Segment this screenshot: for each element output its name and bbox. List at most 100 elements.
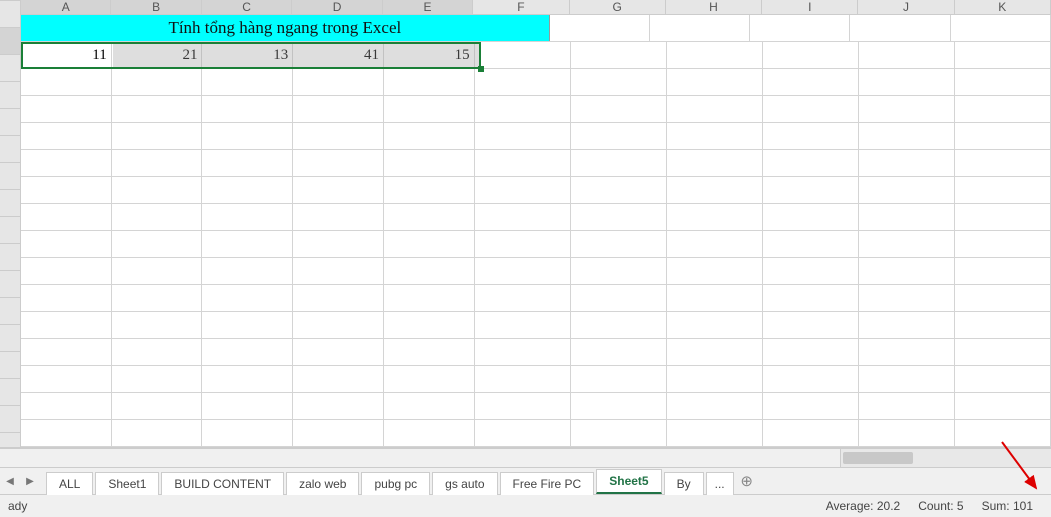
cell[interactable] (571, 258, 667, 284)
cell[interactable] (955, 339, 1051, 365)
cell[interactable] (763, 393, 859, 419)
cell[interactable] (955, 204, 1051, 230)
cell[interactable] (859, 393, 955, 419)
cell[interactable] (850, 15, 950, 41)
cell[interactable] (859, 258, 955, 284)
cell[interactable] (571, 150, 667, 176)
cell[interactable] (667, 285, 763, 311)
cell[interactable] (571, 312, 667, 338)
sheet-tab[interactable]: gs auto (432, 472, 497, 495)
tab-nav-next[interactable]: ▶ (20, 468, 40, 494)
cell[interactable] (667, 339, 763, 365)
cell[interactable] (202, 312, 293, 338)
row-header[interactable] (0, 352, 20, 379)
cell[interactable] (667, 42, 763, 68)
cell[interactable] (763, 150, 859, 176)
cell[interactable] (21, 285, 112, 311)
row-header[interactable] (0, 244, 20, 271)
cell[interactable] (293, 96, 384, 122)
column-header-G[interactable]: G (570, 0, 666, 14)
column-header-B[interactable]: B (111, 0, 201, 14)
cell[interactable] (955, 42, 1051, 68)
cell[interactable] (112, 393, 203, 419)
cell[interactable] (859, 69, 955, 95)
column-header-J[interactable]: J (858, 0, 954, 14)
cell[interactable] (384, 420, 475, 446)
cells-area[interactable]: Tính tổng hàng ngang trong Excel11211341… (21, 15, 1051, 447)
row-header[interactable] (0, 217, 20, 244)
cell[interactable] (112, 150, 203, 176)
row-header[interactable] (0, 325, 20, 352)
cell[interactable] (112, 285, 203, 311)
cell[interactable] (384, 312, 475, 338)
cell[interactable] (955, 150, 1051, 176)
cell[interactable] (475, 285, 571, 311)
cell[interactable] (550, 15, 650, 41)
cell[interactable] (21, 420, 112, 446)
cell[interactable] (21, 231, 112, 257)
sheet-tab[interactable]: By (664, 472, 704, 495)
cell[interactable] (112, 366, 203, 392)
cell[interactable] (650, 15, 750, 41)
cell[interactable] (202, 366, 293, 392)
cell[interactable]: 15 (384, 42, 475, 68)
cell[interactable] (859, 420, 955, 446)
cell[interactable] (763, 231, 859, 257)
cell[interactable] (21, 339, 112, 365)
column-header-D[interactable]: D (292, 0, 382, 14)
cell[interactable] (763, 204, 859, 230)
sheet-tab[interactable]: pubg pc (361, 472, 430, 495)
cell[interactable] (202, 258, 293, 284)
cell[interactable] (384, 339, 475, 365)
cell[interactable] (859, 150, 955, 176)
cell[interactable] (475, 420, 571, 446)
cell[interactable] (21, 393, 112, 419)
cell[interactable] (202, 339, 293, 365)
cell[interactable] (667, 420, 763, 446)
column-header-K[interactable]: K (955, 0, 1051, 14)
cell[interactable] (384, 366, 475, 392)
cell[interactable] (475, 393, 571, 419)
cell[interactable] (763, 312, 859, 338)
column-header-E[interactable]: E (383, 0, 473, 14)
cell[interactable] (202, 96, 293, 122)
cell[interactable] (202, 69, 293, 95)
cell[interactable] (571, 204, 667, 230)
cell[interactable] (112, 204, 203, 230)
title-cell[interactable]: Tính tổng hàng ngang trong Excel (21, 15, 550, 41)
cell[interactable] (112, 123, 203, 149)
cell[interactable] (859, 42, 955, 68)
cell[interactable] (293, 312, 384, 338)
tab-nav-prev[interactable]: ◀ (0, 468, 20, 494)
cell[interactable] (384, 285, 475, 311)
cell[interactable] (667, 258, 763, 284)
cell[interactable] (571, 285, 667, 311)
cell[interactable] (763, 339, 859, 365)
row-header[interactable] (0, 271, 20, 298)
row-header[interactable] (0, 406, 20, 433)
cell[interactable] (571, 366, 667, 392)
cell[interactable] (763, 366, 859, 392)
cell[interactable] (202, 177, 293, 203)
row-header[interactable] (0, 433, 20, 448)
cell[interactable] (293, 150, 384, 176)
row-header[interactable] (0, 28, 20, 55)
cell[interactable] (859, 204, 955, 230)
cell[interactable] (293, 123, 384, 149)
horizontal-scrollbar[interactable] (0, 448, 1051, 467)
cell[interactable] (763, 420, 859, 446)
cell[interactable] (571, 69, 667, 95)
cell[interactable] (859, 96, 955, 122)
cell[interactable] (384, 393, 475, 419)
cell[interactable] (475, 69, 571, 95)
cell[interactable] (763, 96, 859, 122)
cell[interactable] (955, 96, 1051, 122)
cell[interactable] (571, 42, 667, 68)
cell[interactable] (571, 96, 667, 122)
cell[interactable] (955, 258, 1051, 284)
row-header[interactable] (0, 1, 20, 28)
sheet-tab[interactable]: Sheet1 (95, 472, 159, 495)
cell[interactable] (667, 312, 763, 338)
cell[interactable] (202, 123, 293, 149)
cell[interactable] (475, 123, 571, 149)
